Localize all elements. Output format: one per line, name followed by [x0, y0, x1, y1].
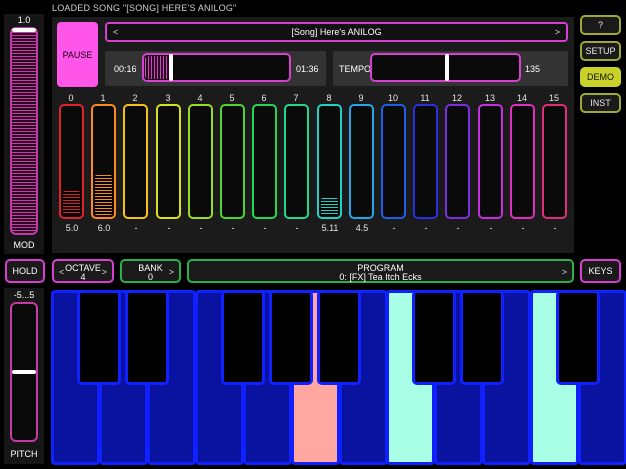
black-key[interactable]: [221, 290, 265, 385]
channel-level: [321, 198, 338, 215]
black-key[interactable]: [317, 290, 361, 385]
channel-level: [95, 175, 112, 215]
channel-number: 2: [132, 93, 138, 103]
tempo-label: TEMPO: [339, 64, 372, 74]
channel-value: -: [456, 223, 460, 233]
mod-wheel-handle[interactable]: [12, 28, 36, 32]
setup-button[interactable]: SETUP: [580, 41, 621, 61]
song-name: [Song] Here's ANILOG: [291, 27, 382, 37]
channel-value: -: [521, 223, 525, 233]
channel-value: -: [424, 223, 428, 233]
channel-meter[interactable]: [317, 104, 342, 219]
mod-label: MOD: [13, 240, 35, 250]
channel-meter[interactable]: [252, 104, 277, 219]
channel-meter[interactable]: [91, 104, 116, 219]
black-key[interactable]: [125, 290, 169, 385]
channel-number: 12: [451, 93, 462, 103]
channel-level: [63, 191, 80, 215]
channel-value: -: [553, 223, 557, 233]
channel-value: -: [231, 223, 235, 233]
pitch-label: PITCH: [10, 449, 38, 459]
channel-value: -: [392, 223, 396, 233]
channel-number: 4: [197, 93, 203, 103]
position-slider-thumb[interactable]: [169, 54, 173, 81]
channel-value: 5.0: [65, 223, 79, 233]
inst-button[interactable]: INST: [580, 93, 621, 113]
channel-meter[interactable]: [349, 104, 374, 219]
status-message: LOADED SONG "[SONG] HERE'S ANILOG": [52, 3, 237, 13]
channel-value: -: [199, 223, 203, 233]
pause-button[interactable]: PAUSE: [57, 22, 98, 87]
time-total: 01:36: [296, 64, 319, 74]
pitch-wheel-handle[interactable]: [12, 370, 36, 374]
channel-meter[interactable]: [542, 104, 567, 219]
position-progress: [145, 56, 169, 79]
black-key[interactable]: [77, 290, 121, 385]
channel-value: -: [134, 223, 138, 233]
demo-button[interactable]: DEMO: [580, 67, 621, 87]
channel-value: 6.0: [97, 223, 111, 233]
channel-number: 8: [326, 93, 332, 103]
program-next-button[interactable]: >: [562, 267, 567, 277]
channel-meter[interactable]: [478, 104, 503, 219]
tempo-value: 135: [525, 64, 541, 74]
piano-keyboard: [51, 290, 626, 465]
channel-value: -: [167, 223, 171, 233]
channel-meter[interactable]: [188, 104, 213, 219]
black-key[interactable]: [460, 290, 504, 385]
mod-value: 1.0: [17, 15, 31, 25]
song-selector[interactable]: < [Song] Here's ANILOG >: [105, 22, 568, 42]
channel-value: -: [489, 223, 493, 233]
channel-meter[interactable]: [284, 104, 309, 219]
channel-meter[interactable]: [123, 104, 148, 219]
black-key[interactable]: [412, 290, 456, 385]
channel-number: 9: [358, 93, 364, 103]
channel-number: 10: [387, 93, 398, 103]
channel-meter[interactable]: [59, 104, 84, 219]
channel-meter[interactable]: [510, 104, 535, 219]
channel-value: -: [295, 223, 299, 233]
program-value: 0: [FX] Tea Itch Ecks: [339, 272, 422, 282]
song-next-button[interactable]: >: [555, 27, 560, 37]
channel-value: 4.5: [355, 223, 369, 233]
black-key[interactable]: [556, 290, 600, 385]
bank-next-button[interactable]: >: [169, 267, 174, 277]
channel-number: 14: [516, 93, 527, 103]
channel-value: -: [263, 223, 267, 233]
channel-number: 7: [293, 93, 299, 103]
bank-selector[interactable]: BANK 0 >: [120, 259, 181, 283]
channel-number: 5: [229, 93, 235, 103]
channel-number: 11: [420, 93, 430, 103]
channel-value: 5.11: [321, 223, 339, 233]
channel-number: 0: [68, 93, 74, 103]
pitch-range: -5...5: [13, 290, 35, 300]
channel-number: 1: [100, 93, 106, 103]
help-button[interactable]: ?: [580, 15, 621, 35]
channel-meter[interactable]: [156, 104, 181, 219]
program-selector[interactable]: PROGRAM 0: [FX] Tea Itch Ecks >: [187, 259, 574, 283]
octave-up-button[interactable]: >: [102, 267, 107, 277]
keys-button[interactable]: KEYS: [580, 259, 621, 283]
song-prev-button[interactable]: <: [113, 27, 118, 37]
channel-number: 6: [261, 93, 267, 103]
channel-meter[interactable]: [381, 104, 406, 219]
channel-meter[interactable]: [220, 104, 245, 219]
octave-selector[interactable]: < OCTAVE 4 >: [52, 259, 114, 283]
channel-number: 15: [548, 93, 559, 103]
tempo-slider-thumb[interactable]: [445, 54, 449, 81]
mod-wheel[interactable]: [10, 27, 38, 235]
black-key[interactable]: [269, 290, 313, 385]
channel-meter[interactable]: [413, 104, 438, 219]
channel-number: 13: [484, 93, 495, 103]
channel-meter[interactable]: [445, 104, 470, 219]
channel-number: 3: [165, 93, 171, 103]
time-elapsed: 00:16: [114, 64, 137, 74]
hold-button[interactable]: HOLD: [5, 259, 45, 283]
